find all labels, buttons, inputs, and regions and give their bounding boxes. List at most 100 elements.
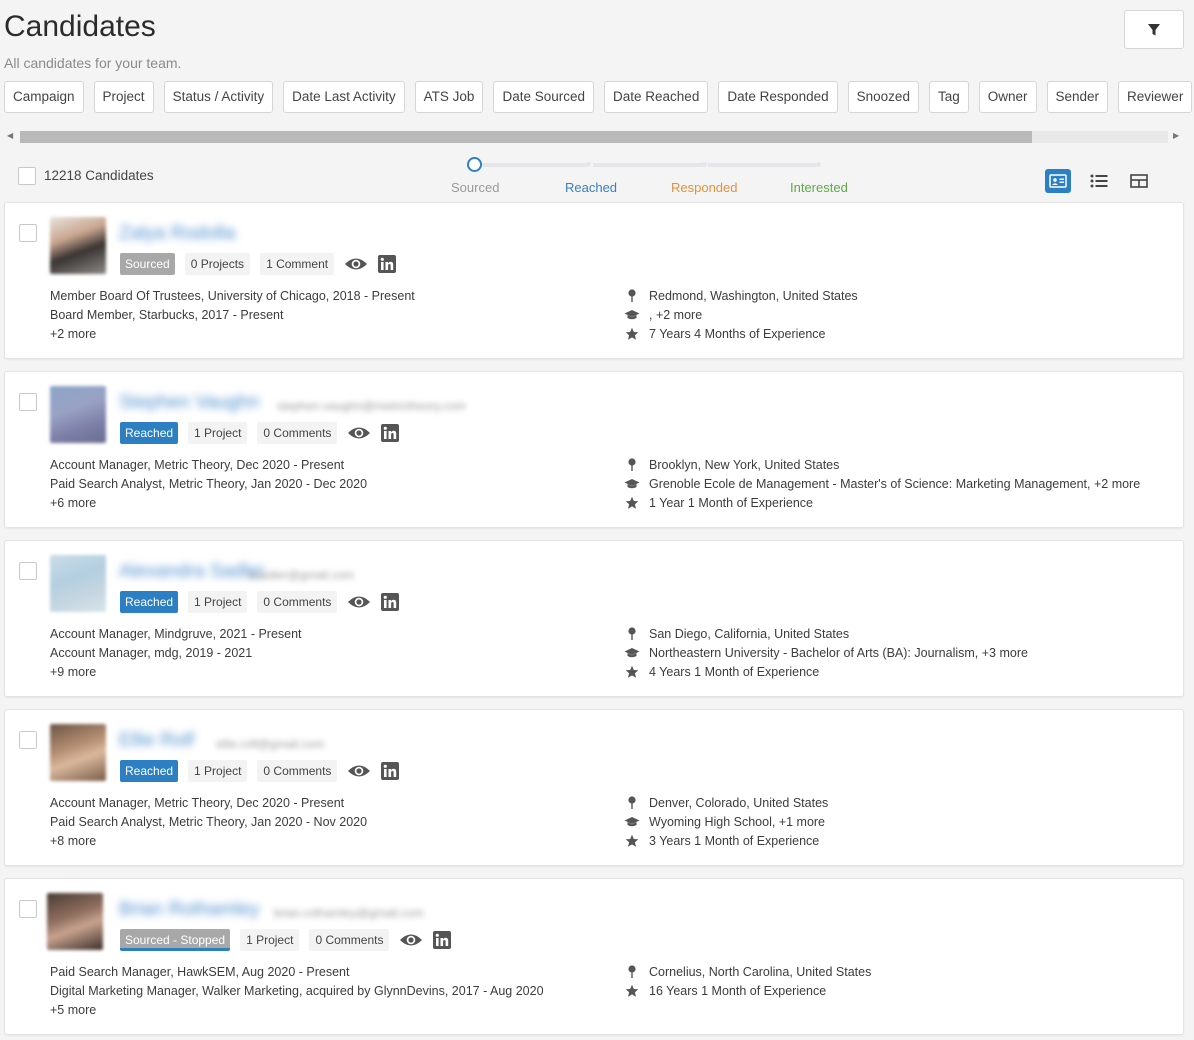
candidate-card[interactable]: Brian Rothamley brian.rothamley@gmail.co… bbox=[4, 878, 1184, 1035]
education-text: Wyoming High School, +1 more bbox=[649, 815, 826, 829]
star-icon bbox=[625, 496, 639, 509]
filter-chip[interactable]: Owner bbox=[978, 81, 1037, 113]
candidate-checkbox[interactable] bbox=[19, 731, 37, 749]
view-profile-button[interactable] bbox=[347, 425, 371, 441]
candidate-email[interactable]: ellie.rolf@gmail.com bbox=[216, 737, 324, 751]
scroll-right-icon[interactable]: ▶ bbox=[1173, 131, 1179, 140]
avatar bbox=[50, 217, 106, 274]
candidate-location: Denver, Colorado, United States bbox=[623, 796, 828, 810]
education-text: Northeastern University - Bachelor of Ar… bbox=[649, 646, 1028, 660]
candidate-experience-years: 16 Years 1 Month of Experience bbox=[623, 984, 826, 998]
status-pipeline: Sourced Reached Responded Interested bbox=[440, 155, 880, 195]
linkedin-button[interactable] bbox=[433, 931, 452, 949]
experience-line: Board Member, Starbucks, 2017 - Present bbox=[50, 308, 284, 322]
map-pin-icon bbox=[628, 458, 636, 471]
candidate-name[interactable]: Ellie Rolf bbox=[119, 730, 194, 752]
experience-line: Account Manager, Metric Theory, Dec 2020… bbox=[50, 458, 345, 472]
avatar bbox=[50, 724, 106, 781]
projects-pill[interactable]: 1 Project bbox=[240, 929, 300, 951]
view-profile-button[interactable] bbox=[399, 932, 423, 948]
candidate-name[interactable]: Stephen Vaughn bbox=[119, 392, 259, 414]
candidate-card[interactable]: Zalya Rodolla Sourced 0 Projects 1 Comme… bbox=[4, 202, 1184, 359]
more-experience-link[interactable]: +8 more bbox=[50, 834, 96, 848]
pipeline-dot bbox=[586, 162, 591, 167]
filter-chip[interactable]: Date Reached bbox=[604, 81, 709, 113]
card-view-button[interactable] bbox=[1045, 169, 1071, 193]
comments-pill[interactable]: 0 Comments bbox=[257, 591, 338, 613]
candidate-name[interactable]: Alexandra Sadler bbox=[119, 561, 265, 583]
filter-button[interactable] bbox=[1124, 10, 1184, 49]
pipeline-segment bbox=[593, 163, 703, 167]
more-experience-link[interactable]: +5 more bbox=[50, 1003, 96, 1017]
candidate-card[interactable]: Ellie Rolf ellie.rolf@gmail.com Reached … bbox=[4, 709, 1184, 866]
stage-label-responded[interactable]: Responded bbox=[671, 180, 738, 195]
map-pin-icon bbox=[628, 965, 636, 978]
stage-label-reached[interactable]: Reached bbox=[565, 180, 617, 195]
star-icon bbox=[625, 327, 639, 340]
horizontal-scrollbar[interactable]: ◀ ▶ bbox=[4, 129, 1184, 145]
select-all-checkbox[interactable] bbox=[18, 167, 36, 185]
candidate-email[interactable]: stephen.vaughn@metrictheory.com bbox=[277, 399, 466, 413]
view-profile-button[interactable] bbox=[347, 763, 371, 779]
years-text: 7 Years 4 Months of Experience bbox=[649, 327, 826, 341]
filter-chip[interactable]: ATS Job bbox=[414, 81, 484, 113]
candidate-checkbox[interactable] bbox=[19, 393, 37, 411]
experience-line: Member Board Of Trustees, University of … bbox=[50, 289, 415, 303]
candidate-checkbox[interactable] bbox=[19, 900, 37, 918]
table-view-button[interactable] bbox=[1126, 169, 1152, 193]
comments-pill[interactable]: 0 Comments bbox=[257, 422, 338, 444]
linkedin-button[interactable] bbox=[378, 255, 397, 273]
filter-chip[interactable]: Sender bbox=[1046, 81, 1109, 113]
list-view-button[interactable] bbox=[1086, 169, 1112, 193]
stage-label-interested[interactable]: Interested bbox=[790, 180, 848, 195]
pipeline-dot bbox=[816, 162, 821, 167]
candidate-card[interactable]: Alexandra Sadler asadler@gmail.com Reach… bbox=[4, 540, 1184, 697]
comments-pill[interactable]: 0 Comments bbox=[257, 760, 338, 782]
candidate-name[interactable]: Zalya Rodolla bbox=[119, 223, 235, 245]
projects-pill[interactable]: 0 Projects bbox=[184, 253, 251, 275]
filter-chip[interactable]: Date Sourced bbox=[493, 81, 595, 113]
filter-chip[interactable]: Date Responded bbox=[718, 81, 838, 113]
comments-pill[interactable]: 0 Comments bbox=[309, 929, 390, 951]
avatar bbox=[50, 386, 106, 443]
filter-chip[interactable]: Tag bbox=[928, 81, 969, 113]
candidate-experience-years: 4 Years 1 Month of Experience bbox=[623, 665, 819, 679]
filter-chip[interactable]: Project bbox=[93, 81, 154, 113]
more-experience-link[interactable]: +2 more bbox=[50, 327, 96, 341]
linkedin-button[interactable] bbox=[381, 424, 400, 442]
filter-chip[interactable]: Campaign bbox=[4, 81, 84, 113]
projects-pill[interactable]: 1 Project bbox=[188, 760, 248, 782]
projects-pill[interactable]: 1 Project bbox=[188, 591, 248, 613]
candidate-checkbox[interactable] bbox=[19, 224, 37, 242]
projects-pill[interactable]: 1 Project bbox=[188, 422, 248, 444]
linkedin-button[interactable] bbox=[381, 762, 400, 780]
filter-chip[interactable]: Status / Activity bbox=[163, 81, 274, 113]
funnel-icon bbox=[1148, 23, 1160, 35]
scroll-left-icon[interactable]: ◀ bbox=[7, 131, 13, 140]
candidate-location: Redmond, Washington, United States bbox=[623, 289, 858, 303]
linkedin-icon bbox=[378, 255, 397, 273]
filter-chip[interactable]: Reviewer bbox=[1118, 81, 1193, 113]
more-experience-link[interactable]: +6 more bbox=[50, 496, 96, 510]
more-experience-link[interactable]: +9 more bbox=[50, 665, 96, 679]
view-profile-button[interactable] bbox=[347, 594, 371, 610]
linkedin-button[interactable] bbox=[381, 593, 400, 611]
education-text: Grenoble Ecole de Management - Master's … bbox=[649, 477, 1141, 491]
comments-pill[interactable]: 1 Comment bbox=[260, 253, 335, 275]
view-profile-button[interactable] bbox=[344, 256, 368, 272]
filter-chip[interactable]: Snoozed bbox=[847, 81, 919, 113]
candidate-card[interactable]: Stephen Vaughn stephen.vaughn@metrictheo… bbox=[4, 371, 1184, 528]
stage-label-sourced[interactable]: Sourced bbox=[451, 180, 499, 195]
filter-chip[interactable]: Date Last Activity bbox=[283, 81, 405, 113]
candidate-experience-years: 1 Year 1 Month of Experience bbox=[623, 496, 813, 510]
candidate-name[interactable]: Brian Rothamley bbox=[119, 899, 259, 921]
candidate-email[interactable]: brian.rothamley@gmail.com bbox=[274, 906, 424, 920]
eye-icon bbox=[400, 934, 423, 946]
scrollbar-thumb[interactable] bbox=[20, 131, 1032, 143]
years-text: 4 Years 1 Month of Experience bbox=[649, 665, 820, 679]
graduation-cap-icon bbox=[624, 817, 640, 827]
candidate-email[interactable]: asadler@gmail.com bbox=[248, 568, 354, 582]
location-text: San Diego, California, United States bbox=[649, 627, 850, 641]
candidate-checkbox[interactable] bbox=[19, 562, 37, 580]
filter-chips: Campaign Project Status / Activity Date Las… bbox=[4, 81, 1194, 114]
